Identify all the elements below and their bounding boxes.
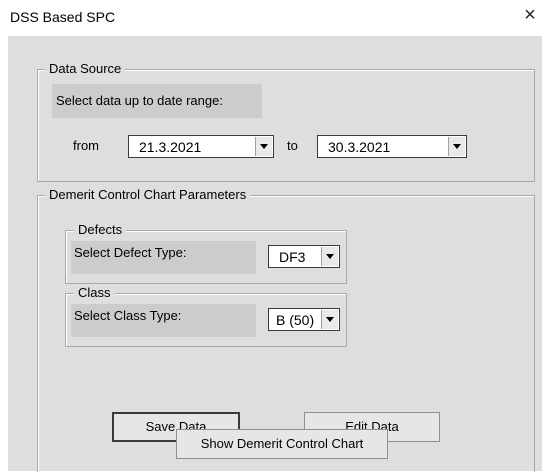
defect-type-value: DF3 [279,249,306,265]
window-title: DSS Based SPC [10,9,116,25]
chevron-down-icon[interactable] [321,310,338,329]
date-range-prompt: Select data up to date range: [56,93,223,108]
defects-legend: Defects [74,222,127,237]
defects-frame: Defects Select Defect Type: DF3 [65,222,347,284]
defect-prompt: Select Defect Type: [74,245,187,260]
chevron-down-icon[interactable] [255,137,272,156]
from-date-value: 21.3.2021 [139,139,202,155]
from-label: from [73,138,99,153]
show-demerit-chart-button[interactable]: Show Demerit Control Chart [176,429,388,459]
class-type-value: B (50) [276,312,315,328]
close-icon[interactable]: × [518,4,542,28]
class-legend: Class [74,285,115,300]
class-frame: Class Select Class Type: B (50) [65,285,347,347]
data-source-legend: Data Source [45,61,126,76]
class-prompt: Select Class Type: [74,308,182,323]
to-date-value: 30.3.2021 [328,139,391,155]
defect-prompt-box: Select Defect Type: [71,241,256,274]
from-date-select[interactable]: 21.3.2021 [128,135,274,158]
defect-type-select[interactable]: DF3 [268,245,340,268]
to-date-select[interactable]: 30.3.2021 [317,135,467,158]
to-label: to [287,138,298,153]
data-source-frame: Data Source Select data up to date range… [37,61,535,182]
class-type-select[interactable]: B (50) [268,308,340,331]
chevron-down-icon[interactable] [321,247,338,266]
date-range-prompt-box: Select data up to date range: [52,84,262,118]
chevron-down-icon[interactable] [448,137,465,156]
class-prompt-box: Select Class Type: [71,304,256,337]
parameters-legend: Demerit Control Chart Parameters [45,187,251,202]
dialog-body: Data Source Select data up to date range… [8,36,542,472]
title-bar: DSS Based SPC × [0,0,542,32]
